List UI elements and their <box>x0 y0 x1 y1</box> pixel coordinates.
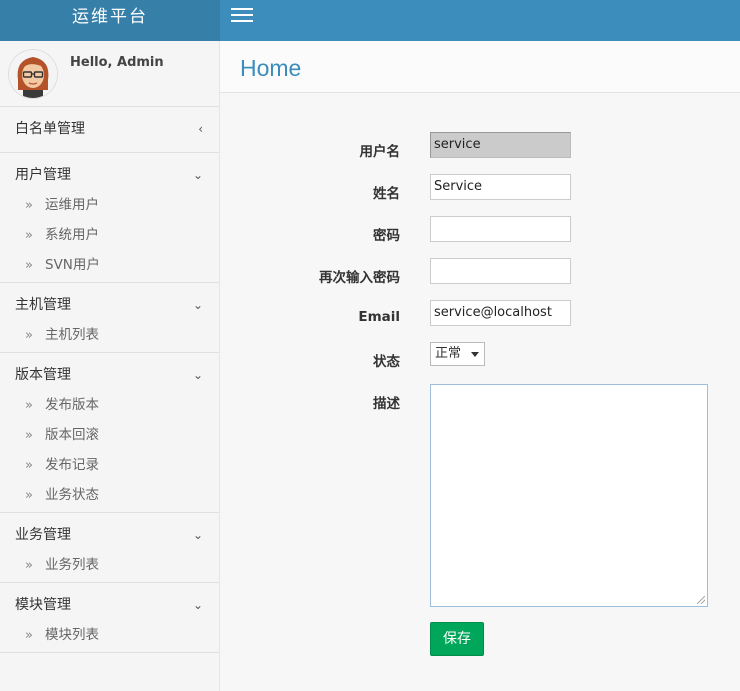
user-greeting: Hello, Admin <box>70 55 164 70</box>
sidebar-item-label: 版本回滚 <box>45 427 99 443</box>
sidebar-group-label: 白名单管理 <box>15 121 85 137</box>
username-field: service <box>430 132 571 158</box>
sidebar-menu: 白名单管理 ‹ 用户管理 ⌄ » 运维用户 » 系统用户 » SVN用户主机管理 ⌄ » 主机列表版本管… <box>0 107 219 653</box>
page-title: Home <box>240 55 302 81</box>
resize-grip-icon[interactable] <box>697 596 705 604</box>
sidebar-group-header[interactable]: 版本管理 ⌄ <box>0 353 219 398</box>
double-angle-right-icon: » <box>25 228 33 243</box>
password-confirm-field[interactable] <box>430 258 571 284</box>
double-angle-right-icon: » <box>25 458 33 473</box>
description-textarea[interactable] <box>430 384 708 607</box>
sidebar-item-label: 业务列表 <box>45 557 99 573</box>
username-label: 用户名 <box>359 144 401 160</box>
email-label: Email <box>358 309 400 325</box>
chevron-down-icon: ⌄ <box>192 168 203 182</box>
sidebar-group: 用户管理 ⌄» 运维用户» 系统用户» SVN用户 <box>0 153 219 283</box>
sidebar-item[interactable]: » 系统用户 <box>0 220 219 250</box>
caret-down-icon <box>471 352 479 357</box>
status-select-value: 正常 <box>435 346 462 361</box>
sidebar-group: 业务管理 ⌄» 业务列表 <box>0 513 219 583</box>
sidebar-group-header[interactable]: 主机管理 ⌄ <box>0 283 219 328</box>
avatar <box>9 50 57 98</box>
sidebar: Hello, Admin 白名单管理 ‹ 用户管理 ⌄ » 运维用户 » 系统用户 » SVN用户… <box>0 41 220 691</box>
sidebar-item[interactable]: » 版本回滚 <box>0 420 219 450</box>
sidebar-item-label: 业务状态 <box>45 487 99 503</box>
menu-toggle-icon[interactable] <box>231 8 253 24</box>
main-content: Home 用户名 service 姓名 Service 密码 再次输入密码 Em… <box>220 41 740 691</box>
sidebar-item-label: 系统用户 <box>45 227 99 243</box>
chevron-down-icon: ⌄ <box>192 528 203 542</box>
sidebar-group-label: 用户管理 <box>15 167 71 183</box>
double-angle-right-icon: » <box>25 428 33 443</box>
sidebar-group-label: 主机管理 <box>15 297 71 313</box>
top-navbar: 运维平台 <box>0 0 740 41</box>
sidebar-item[interactable]: » 发布记录 <box>0 450 219 480</box>
sidebar-item-label: 主机列表 <box>45 327 99 343</box>
sidebar-group-label: 版本管理 <box>15 367 71 383</box>
sidebar-item[interactable]: » SVN用户 <box>0 250 219 280</box>
password-confirm-label: 再次输入密码 <box>319 270 400 286</box>
chevron-left-icon: ‹ <box>198 122 203 136</box>
sidebar-group: 主机管理 ⌄» 主机列表 <box>0 283 219 353</box>
chevron-down-icon: ⌄ <box>192 598 203 612</box>
sidebar-group-label: 模块管理 <box>15 597 71 613</box>
double-angle-right-icon: » <box>25 258 33 273</box>
content-header: Home <box>220 41 740 93</box>
sidebar-group: 模块管理 ⌄» 模块列表 <box>0 583 219 653</box>
sidebar-item-label: SVN用户 <box>45 257 100 273</box>
sidebar-group-header[interactable]: 模块管理 ⌄ <box>0 583 219 628</box>
sidebar-group: 白名单管理 ‹ <box>0 107 219 153</box>
email-field[interactable]: service@localhost <box>430 300 571 326</box>
name-label: 姓名 <box>373 186 400 202</box>
sidebar-item-label: 发布记录 <box>45 457 99 473</box>
chevron-down-icon: ⌄ <box>192 298 203 312</box>
password-field[interactable] <box>430 216 571 242</box>
sidebar-item[interactable]: » 业务状态 <box>0 480 219 510</box>
double-angle-right-icon: » <box>25 488 33 503</box>
sidebar-group-label: 业务管理 <box>15 527 71 543</box>
sidebar-item-label: 发布版本 <box>45 397 99 413</box>
password-label: 密码 <box>373 228 400 244</box>
save-button[interactable]: 保存 <box>430 622 484 656</box>
sidebar-group-header[interactable]: 用户管理 ⌄ <box>0 153 219 198</box>
user-panel: Hello, Admin <box>0 41 219 107</box>
sidebar-group: 版本管理 ⌄» 发布版本» 版本回滚» 发布记录» 业务状态 <box>0 353 219 513</box>
status-label: 状态 <box>373 354 400 370</box>
chevron-down-icon: ⌄ <box>192 368 203 382</box>
sidebar-item-label: 模块列表 <box>45 627 99 643</box>
sidebar-item-label: 运维用户 <box>45 197 99 213</box>
app-title[interactable]: 运维平台 <box>0 0 220 41</box>
name-field[interactable]: Service <box>430 174 571 200</box>
status-select[interactable]: 正常 <box>430 342 485 366</box>
description-label: 描述 <box>373 396 400 412</box>
sidebar-group-header[interactable]: 白名单管理 ‹ <box>0 107 219 152</box>
sidebar-group-header[interactable]: 业务管理 ⌄ <box>0 513 219 558</box>
